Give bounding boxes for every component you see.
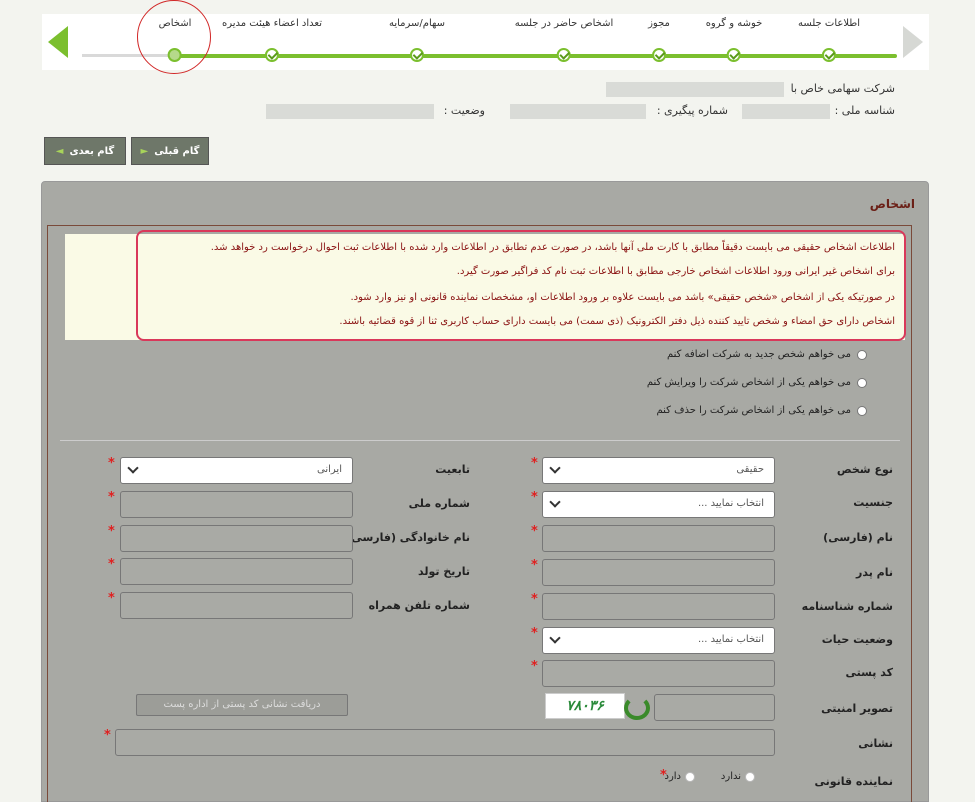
redacted-tracking-number [510,104,646,119]
required-mark: * [108,490,115,505]
national-id-label: شناسه ملی : [834,104,895,117]
required-mark: * [531,490,538,505]
previous-arrow-icon[interactable] [44,22,72,62]
tracking-number-label: شماره پیگیری : [656,104,728,117]
birth-date-label: تاریخ تولد [418,565,470,578]
first-name-input[interactable] [542,525,775,552]
step-shares-capital[interactable]: سهام/سرمایه [389,18,445,62]
id-number-input[interactable] [542,593,775,620]
postal-lookup-button[interactable]: دریافت نشانی کد پستی از اداره پست [136,694,348,716]
postal-code-input[interactable] [542,660,775,687]
company-name-label: شرکت سهامی خاص با [790,82,895,95]
postal-code-label: کد پستی [845,666,893,679]
required-mark: * [108,591,115,606]
radio-button[interactable] [857,405,867,416]
legal-rep-none[interactable]: ندارد [721,771,755,782]
radio-button[interactable] [857,349,867,360]
step-check-icon [265,48,280,62]
gender-select[interactable]: انتخاب نمایید ... [542,491,775,518]
step-check-icon [410,48,425,62]
last-name-label: نام خانوادگی (فارسی) [346,531,470,544]
address-input[interactable] [115,729,775,756]
notice-line: اطلاعات اشخاص حقیقی می بایست دقیقاً مطاب… [210,242,895,253]
required-mark: * [531,659,538,674]
birth-date-input[interactable] [120,558,353,585]
step-board-count[interactable]: تعداد اعضاء هیئت مدیره [222,18,322,62]
divider [60,440,900,441]
radio-button[interactable] [685,771,695,782]
required-mark: * [104,728,111,743]
chevron-down-icon [127,462,139,474]
person-type-select[interactable]: حقیقی [542,457,775,484]
life-status-select[interactable]: انتخاب نمایید ... [542,627,775,654]
option-add-person[interactable]: می خواهم شخص جدید به شرکت اضافه کنم [667,349,867,360]
chevron-down-icon [549,462,561,474]
required-mark: * [531,456,538,471]
address-label: نشانی [858,737,893,750]
redacted-company-name [606,82,784,97]
required-mark: * [108,557,115,572]
required-mark: * [531,524,538,539]
nationality-select[interactable]: ایرانی [120,457,353,484]
next-step-button[interactable]: گام بعدی ◄ [44,137,126,165]
required-mark: * [108,456,115,471]
refresh-icon[interactable] [624,696,650,720]
notice-line: برای اشخاص غیر ایرانی ورود اطلاعات اشخاص… [456,266,895,277]
option-delete-person[interactable]: می خواهم یکی از اشخاص شرکت را حذف کنم [657,405,867,416]
notice-line: در صورتیکه یکی از اشخاص «شخص حقیقی» باشد… [350,292,895,303]
required-mark: * [531,592,538,607]
father-name-label: نام پدر [856,566,893,579]
last-name-input[interactable] [120,525,353,552]
nationality-label: تابعیت [435,463,470,476]
radio-button[interactable] [857,377,867,388]
step-check-icon [822,48,836,62]
required-mark: * [531,626,538,641]
gender-label: جنسیت [853,496,893,509]
redacted-national-id [742,104,830,119]
next-arrow-icon[interactable] [899,22,927,62]
step-license[interactable]: مجوز [648,18,670,62]
father-name-input[interactable] [542,559,775,586]
required-mark: * [660,768,667,783]
step-attendees[interactable]: اشخاص حاضر در جلسه [515,18,613,62]
person-type-label: نوع شخص [836,463,893,476]
notice-line: اشخاص دارای حق امضاء و شخص تایید کننده ذ… [339,316,895,327]
step-check-icon [727,48,741,62]
arrow-left-icon: ◄ [55,145,64,157]
step-meeting-info[interactable]: اطلاعات جلسه [798,18,860,62]
prev-step-button[interactable]: گام قبلی ► [131,137,209,165]
captcha-image: ۷۸۰۳۶ [545,693,625,719]
panel-title: اشخاص [869,197,915,211]
status-label: وضعیت : [443,104,485,117]
captcha-label: تصویر امنیتی [821,702,893,715]
national-code-label: شماره ملی [408,497,470,510]
arrow-right-icon: ► [140,145,149,157]
mobile-label: شماره تلفن همراه [368,599,470,612]
chevron-down-icon [549,496,561,508]
mobile-input[interactable] [120,592,353,619]
national-code-input[interactable] [120,491,353,518]
redacted-status [266,104,434,119]
captcha-input[interactable] [654,694,775,721]
step-check-icon [652,48,666,62]
id-number-label: شماره شناسنامه [801,600,893,613]
current-step-highlight [137,0,211,74]
radio-button[interactable] [745,771,755,782]
life-status-label: وضعیت حیات [821,633,893,646]
required-mark: * [531,558,538,573]
step-cluster-group[interactable]: خوشه و گروه [706,18,762,62]
legal-rep-has[interactable]: دارد [664,771,695,782]
chevron-down-icon [549,632,561,644]
first-name-label: نام (فارسی) [823,531,893,544]
option-edit-person[interactable]: می خواهم یکی از اشخاص شرکت را ویرایش کنم [647,377,867,388]
legal-rep-label: نماینده قانونی [814,775,893,788]
required-mark: * [108,524,115,539]
step-check-icon [557,48,571,62]
